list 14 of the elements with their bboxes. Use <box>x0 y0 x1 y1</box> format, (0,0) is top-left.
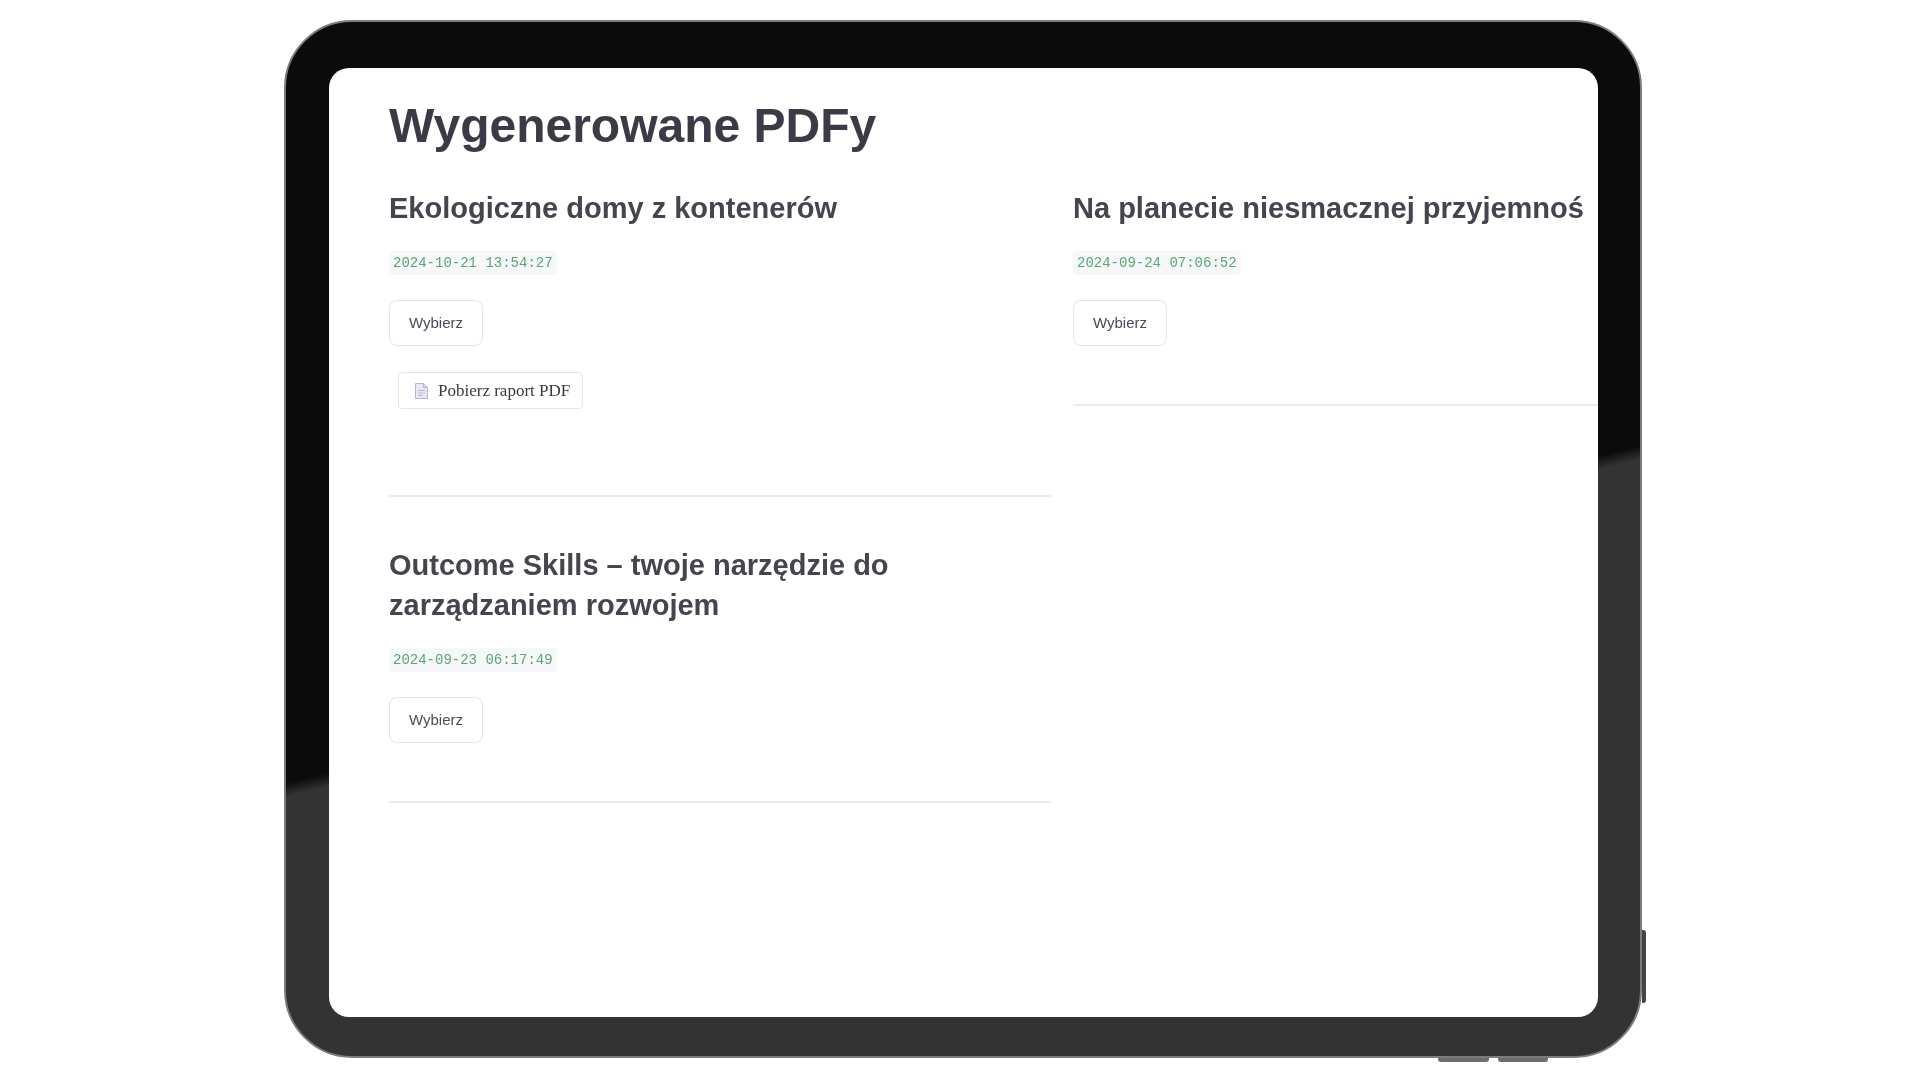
select-button[interactable]: Wybierz <box>389 300 484 346</box>
select-button[interactable]: Wybierz <box>1073 300 1168 346</box>
timestamp: 2024-09-24 07:06:52 <box>1073 251 1241 275</box>
document-icon <box>415 382 428 399</box>
card-title: Outcome Skills – twoje narzędzie do zarządzaniem rozwojem <box>389 548 890 623</box>
select-button[interactable]: Wybierz <box>389 697 484 743</box>
timestamp: 2024-09-23 06:17:49 <box>389 648 557 672</box>
frame-bump <box>1438 1058 1489 1062</box>
card-title: Na planecie niesmacznej przyjemnoś <box>1073 191 1584 226</box>
download-pdf-button[interactable]: Pobierz raport PDF <box>398 372 584 409</box>
timestamp: 2024-10-21 13:54:27 <box>389 251 557 275</box>
card-title: Ekologiczne domy z kontenerów <box>389 191 837 226</box>
page-title: Wygenerowane PDFy <box>389 99 877 153</box>
frame-bump <box>1498 1058 1548 1062</box>
